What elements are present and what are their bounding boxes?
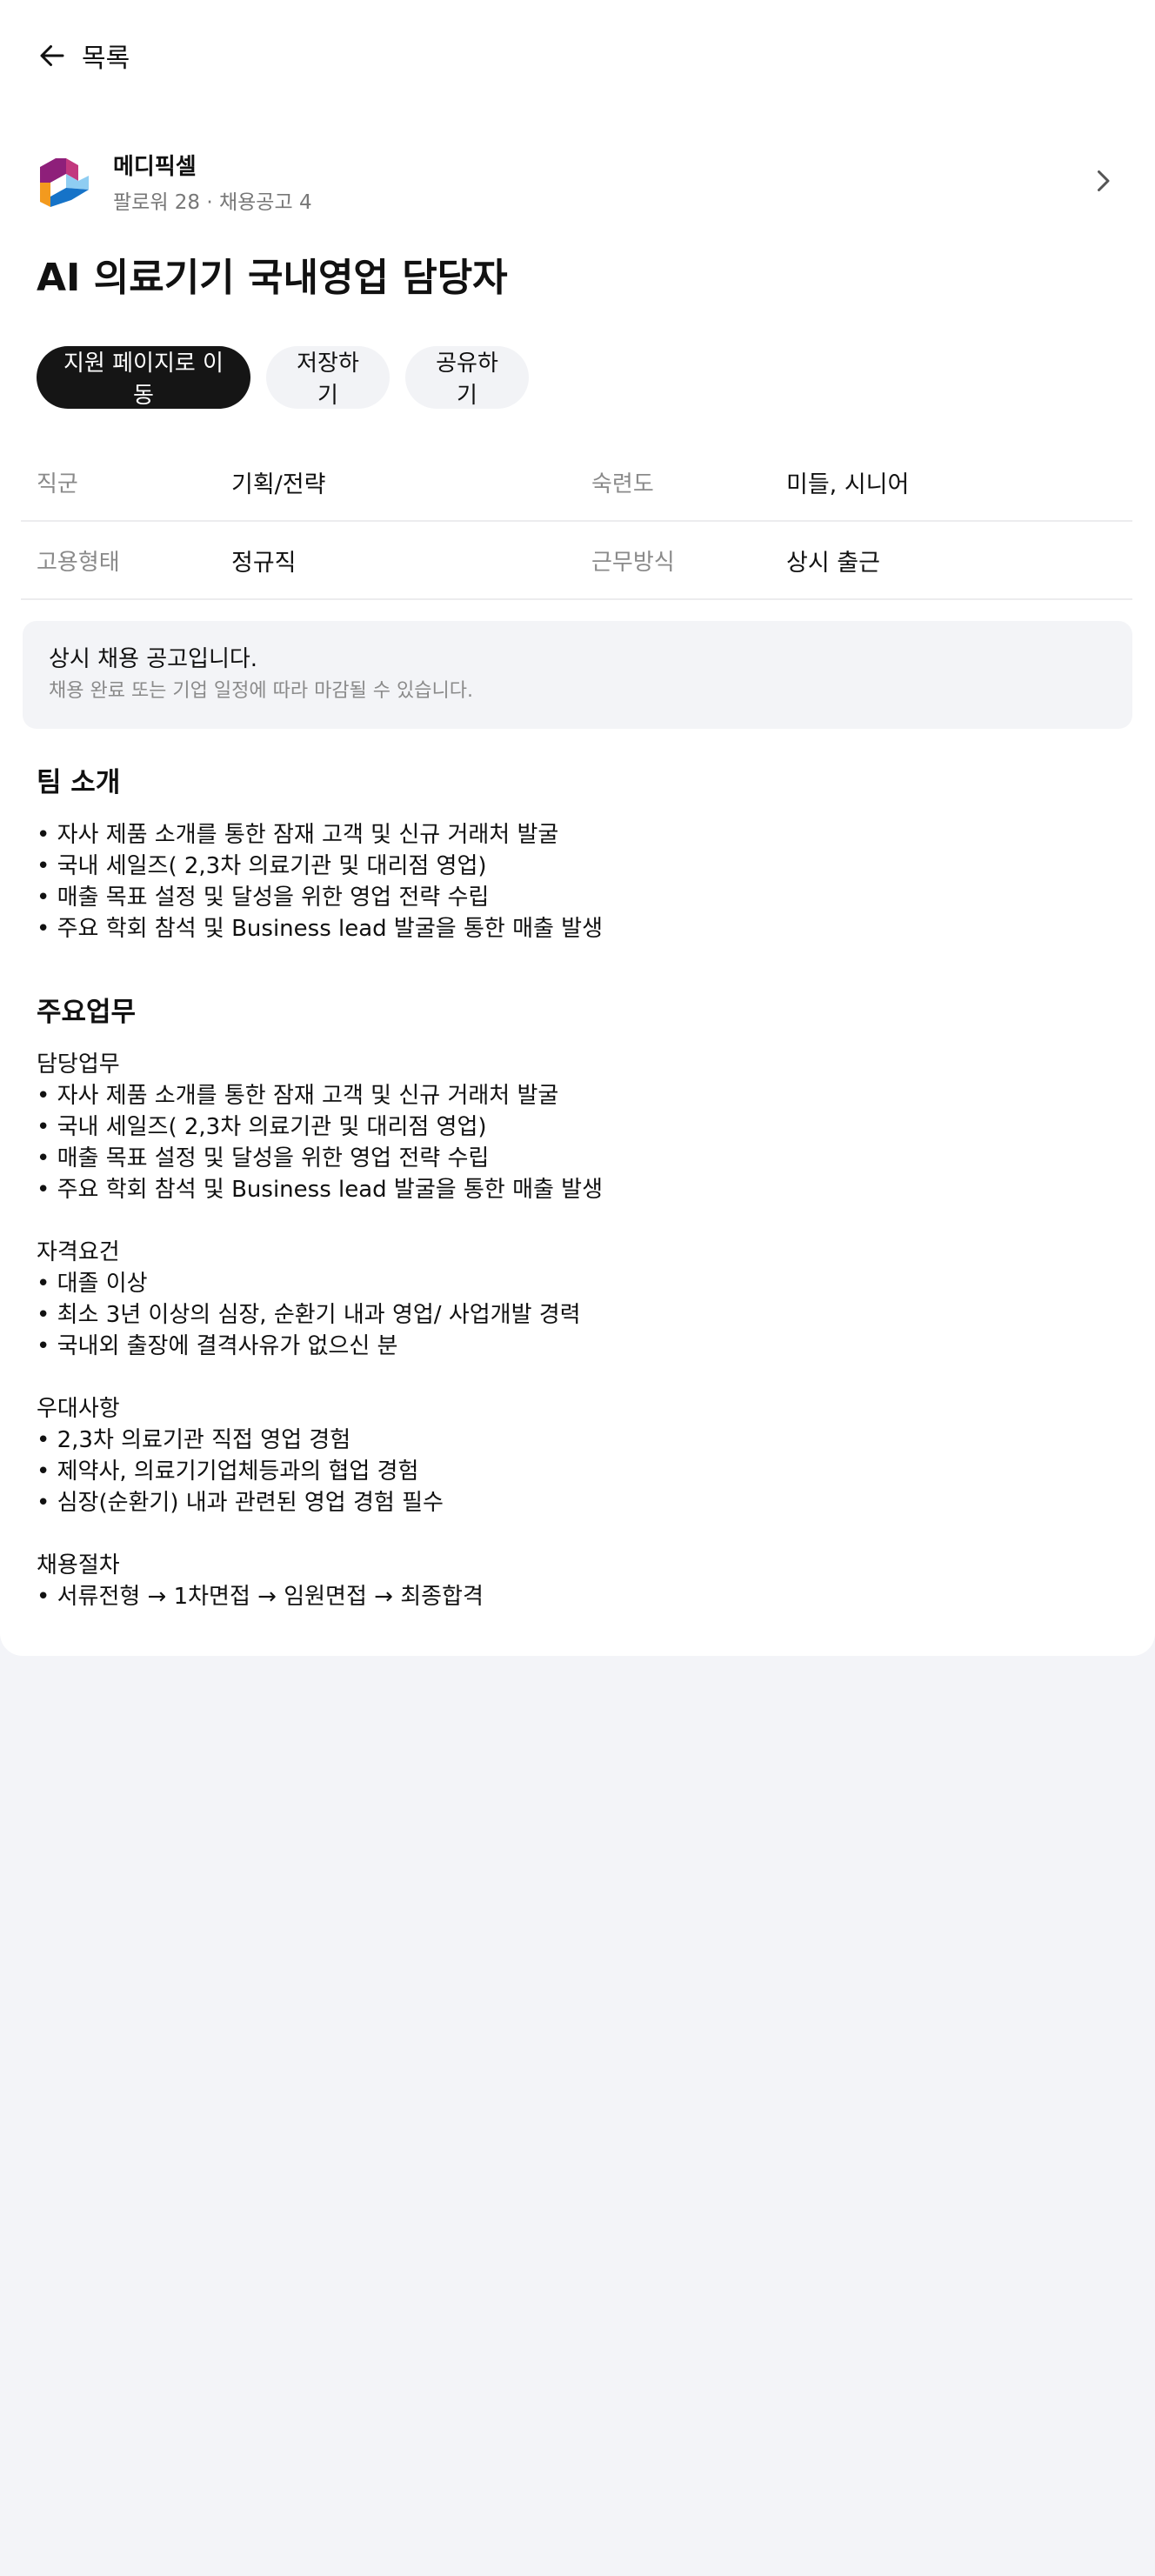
info-key-seniority: 숙련도	[591, 470, 654, 497]
text-line: • 주요 학회 참석 및 Business lead 발굴을 통한 매출 발생	[37, 1177, 604, 1203]
job-info-table: 직군 기획/전략 숙련도 미들, 시니어 고용형태 정규직 근무방식 상시 출근	[21, 444, 1132, 600]
info-key-work-style: 근무방식	[591, 549, 675, 576]
save-button[interactable]: 저장하기	[266, 346, 390, 409]
text-line: • 국내외 출장에 결격사유가 없으신 분	[37, 1333, 398, 1359]
notice-box: 상시 채용 공고입니다. 채용 완료 또는 기업 일정에 따라 마감될 수 있습…	[23, 621, 1132, 729]
text-line: • 서류전형 → 1차면접 → 임원면접 → 최종합격	[37, 1584, 484, 1610]
text-line: • 2,3차 의료기관 직접 영업 경험	[37, 1427, 351, 1453]
back-label: 목록	[82, 43, 130, 74]
notice-title: 상시 채용 공고입니다.	[49, 646, 258, 672]
info-row: 직군 기획/전략 숙련도 미들, 시니어	[21, 444, 1132, 522]
arrow-left-icon	[40, 45, 64, 66]
text-line: • 제약사, 의료기기업체등과의 협업 경험	[37, 1458, 419, 1485]
info-key-job-group: 직군	[37, 470, 78, 497]
info-key-employment-type: 고용형태	[37, 549, 120, 576]
info-value-seniority: 미들, 시니어	[786, 470, 910, 498]
duties-section-heading: 주요업무	[37, 997, 137, 1028]
back-to-list-button[interactable]: 목록	[37, 35, 130, 77]
text-line: • 심장(순환기) 내과 관련된 영업 경험 필수	[37, 1490, 444, 1516]
text-line: 담당업무	[37, 1051, 120, 1078]
text-line: • 주요 학회 참석 및 Business lead 발굴을 통한 매출 발생	[37, 916, 604, 942]
text-line: • 최소 3년 이상의 심장, 순환기 내과 영업/ 사업개발 경력	[37, 1302, 581, 1328]
job-title: AI 의료기기 국내영업 담당자	[37, 256, 508, 300]
team-section-body: • 자사 제품 소개를 통한 잠재 고객 및 신규 거래처 발굴 • 국내 세일…	[37, 819, 1115, 944]
text-line: 채용절차	[37, 1552, 120, 1578]
text-line: • 매출 목표 설정 및 달성을 위한 영업 전략 수립	[37, 884, 490, 911]
text-line: 우대사항	[37, 1396, 120, 1422]
info-value-job-group: 기획/전략	[231, 470, 326, 498]
info-value-employment-type: 정규직	[231, 549, 297, 577]
job-detail-card: 목록 메디픽셀 팔로워 28 · 채용공고 4 AI 의료기기 국내영업 담당자…	[0, 0, 1155, 1656]
text-line: • 국내 세일즈( 2,3차 의료기관 및 대리점 영업)	[37, 1114, 487, 1140]
company-name: 메디픽셀	[113, 154, 197, 180]
action-buttons: 지원 페이지로 이동 저장하기 공유하기	[37, 346, 529, 409]
info-row: 고용형태 정규직 근무방식 상시 출근	[21, 522, 1132, 600]
company-profile-link[interactable]: 메디픽셀 팔로워 28 · 채용공고 4	[37, 146, 1118, 221]
text-line: • 자사 제품 소개를 통한 잠재 고객 및 신규 거래처 발굴	[37, 1083, 559, 1109]
text-line: • 매출 목표 설정 및 달성을 위한 영업 전략 수립	[37, 1145, 490, 1171]
duties-section-body: 담당업무 • 자사 제품 소개를 통한 잠재 고객 및 신규 거래처 발굴 • …	[37, 1049, 1115, 1612]
info-value-work-style: 상시 출근	[786, 549, 880, 577]
company-logo	[40, 158, 89, 207]
notice-subtitle: 채용 완료 또는 기업 일정에 따라 마감될 수 있습니다.	[49, 680, 473, 702]
text-line: • 국내 세일즈( 2,3차 의료기관 및 대리점 영업)	[37, 853, 487, 879]
text-line: 자격요건	[37, 1239, 120, 1265]
apply-page-button[interactable]: 지원 페이지로 이동	[37, 346, 250, 409]
text-line: • 대졸 이상	[37, 1271, 148, 1297]
chevron-right-icon	[1098, 170, 1110, 191]
team-section-heading: 팀 소개	[37, 767, 121, 798]
text-line: • 자사 제품 소개를 통한 잠재 고객 및 신규 거래처 발굴	[37, 822, 559, 848]
share-button[interactable]: 공유하기	[405, 346, 529, 409]
company-meta: 팔로워 28 · 채용공고 4	[113, 191, 312, 214]
